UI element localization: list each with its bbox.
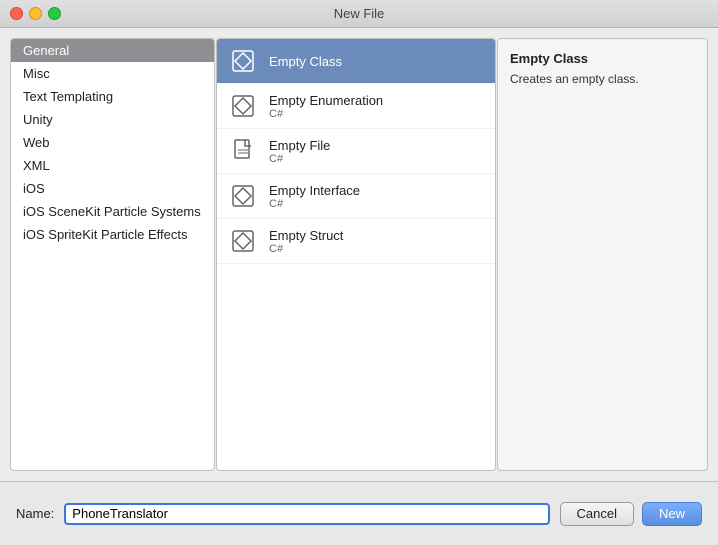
minimize-button[interactable] [29,7,42,20]
empty-enumeration-info: Empty Enumeration C# [269,93,383,120]
template-item-empty-interface[interactable]: Empty Interface C# [217,174,495,219]
sidebar-item-misc[interactable]: Misc [11,62,214,85]
empty-enumeration-title: Empty Enumeration [269,93,383,108]
template-item-empty-enumeration[interactable]: Empty Enumeration C# [217,84,495,129]
empty-file-info: Empty File C# [269,138,330,165]
detail-panel: Empty Class Creates an empty class. [497,38,708,471]
traffic-lights [10,7,61,20]
empty-struct-subtitle: C# [269,243,343,255]
empty-enumeration-icon [227,90,259,122]
sidebar: General Misc Text Templating Unity Web X… [10,38,215,471]
detail-description: Creates an empty class. [510,72,695,86]
maximize-button[interactable] [48,7,61,20]
close-button[interactable] [10,7,23,20]
sidebar-item-ios-spritekit[interactable]: iOS SpriteKit Particle Effects [11,223,214,246]
new-button[interactable]: New [642,502,702,526]
cancel-button[interactable]: Cancel [560,502,634,526]
bottom-bar: Name: Cancel New [0,481,718,545]
main-content: General Misc Text Templating Unity Web X… [0,28,718,481]
template-list: Empty Class Empty Enumeration C# [216,38,496,471]
name-input[interactable] [64,503,549,525]
sidebar-item-general[interactable]: General [11,39,214,62]
empty-interface-subtitle: C# [269,198,360,210]
empty-interface-title: Empty Interface [269,183,360,198]
sidebar-item-ios-scenekit[interactable]: iOS SceneKit Particle Systems [11,200,214,223]
action-buttons: Cancel New [560,502,702,526]
sidebar-item-ios[interactable]: iOS [11,177,214,200]
empty-interface-icon [227,180,259,212]
empty-file-subtitle: C# [269,153,330,165]
sidebar-item-text-templating[interactable]: Text Templating [11,85,214,108]
empty-interface-info: Empty Interface C# [269,183,360,210]
title-bar: New File [0,0,718,28]
empty-struct-icon [227,225,259,257]
name-label: Name: [16,506,54,521]
template-item-empty-struct[interactable]: Empty Struct C# [217,219,495,264]
empty-file-icon [227,135,259,167]
empty-class-title: Empty Class [269,54,342,69]
empty-struct-info: Empty Struct C# [269,228,343,255]
template-item-empty-class[interactable]: Empty Class [217,39,495,84]
empty-class-icon [227,45,259,77]
window-title: New File [334,6,385,21]
empty-struct-title: Empty Struct [269,228,343,243]
empty-file-title: Empty File [269,138,330,153]
detail-title: Empty Class [510,51,695,66]
sidebar-item-xml[interactable]: XML [11,154,214,177]
sidebar-item-web[interactable]: Web [11,131,214,154]
sidebar-item-unity[interactable]: Unity [11,108,214,131]
empty-enumeration-subtitle: C# [269,108,383,120]
template-item-empty-file[interactable]: Empty File C# [217,129,495,174]
empty-class-info: Empty Class [269,54,342,69]
